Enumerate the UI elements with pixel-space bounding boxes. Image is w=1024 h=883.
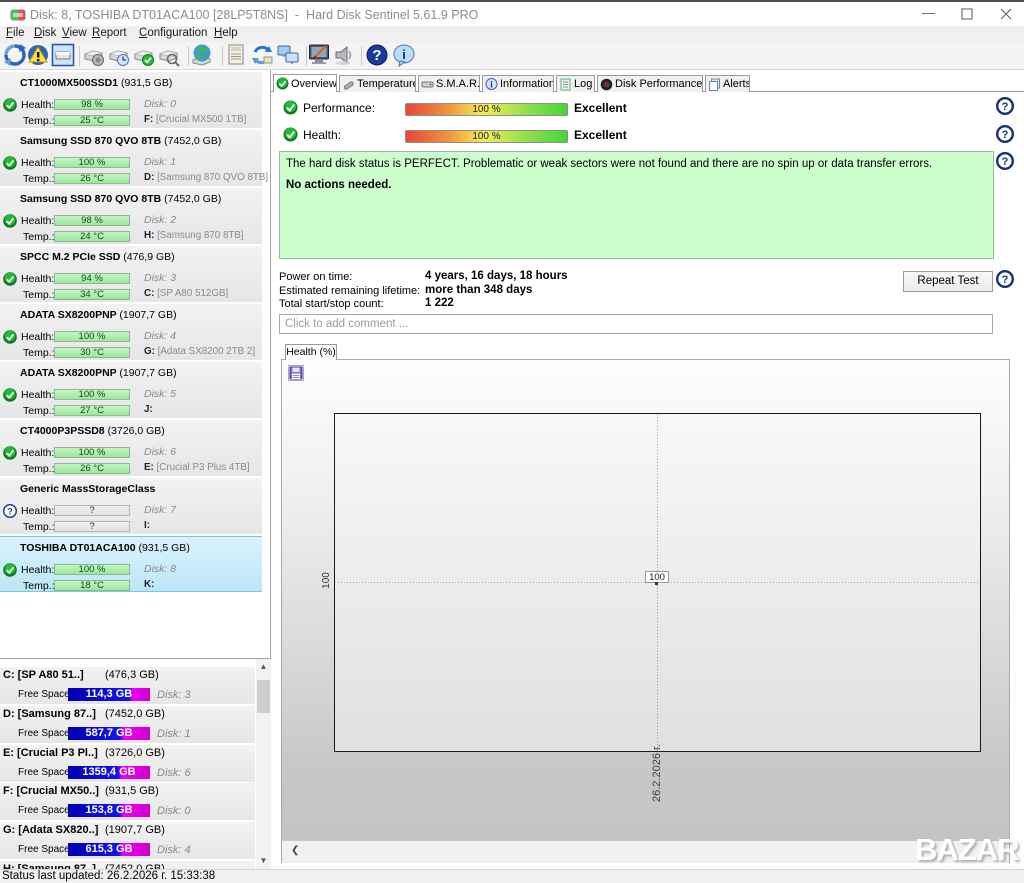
svg-text:?: ? bbox=[7, 507, 13, 517]
svg-text:?: ? bbox=[372, 47, 381, 64]
svg-text:?: ? bbox=[1002, 129, 1009, 141]
svg-text:i: i bbox=[402, 47, 406, 62]
svg-text:?: ? bbox=[1002, 101, 1009, 113]
svg-text:?: ? bbox=[1002, 274, 1009, 286]
svg-text:?: ? bbox=[1002, 156, 1009, 168]
svg-text:i: i bbox=[490, 80, 493, 90]
